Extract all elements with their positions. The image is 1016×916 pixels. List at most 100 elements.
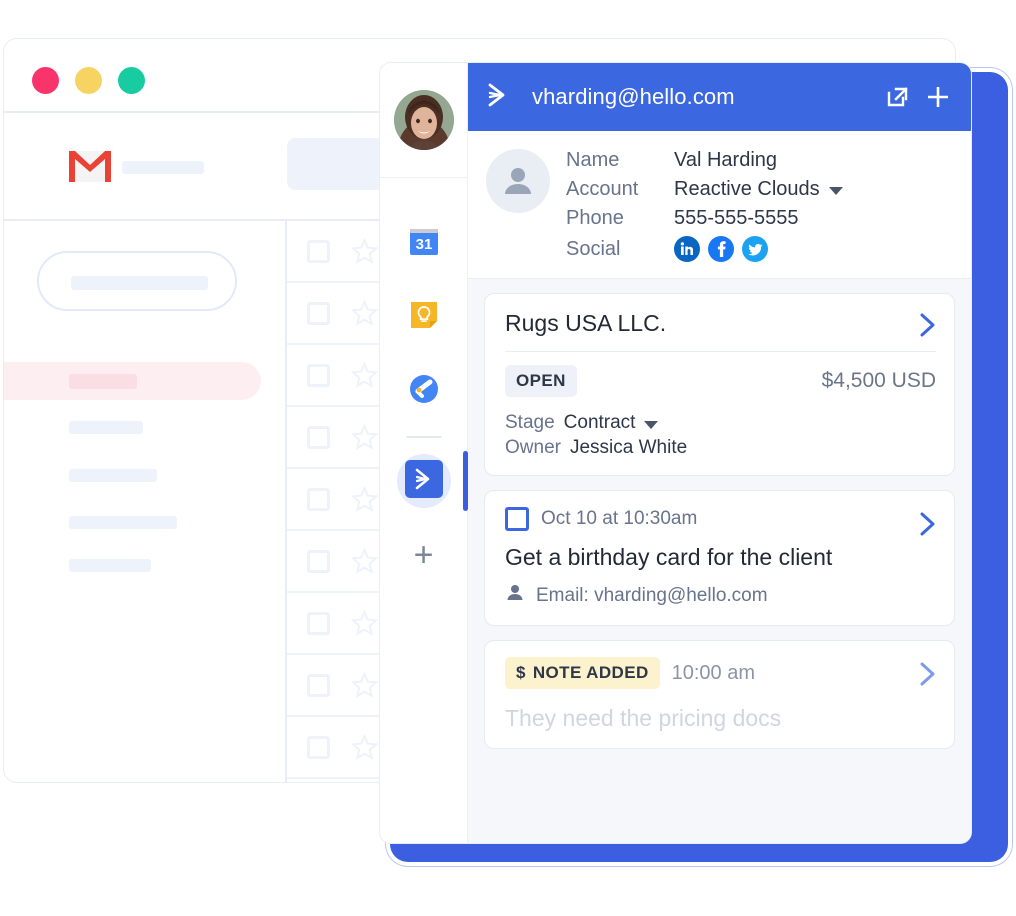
checkbox-icon[interactable] [307, 239, 330, 263]
field-label-name: Name [566, 149, 620, 171]
deal-card[interactable]: Rugs USA LLC. OPEN $4,500 USD Stage Cont… [484, 293, 955, 476]
panel-header: vharding@hello.com [468, 63, 971, 131]
facebook-icon[interactable] [708, 236, 734, 262]
deal-title: Rugs USA LLC. [505, 310, 936, 352]
external-link-icon[interactable] [885, 85, 909, 109]
star-icon[interactable] [350, 236, 379, 265]
owner-value: Jessica White [569, 437, 688, 458]
task-due-date: Oct 10 at 10:30am [541, 508, 698, 529]
note-timestamp: 10:00 am [671, 661, 756, 684]
deal-stage-row: Stage Contract [505, 412, 936, 434]
checkbox-icon[interactable] [307, 673, 330, 697]
linkedin-icon[interactable] [674, 236, 700, 262]
active-tab-indicator [463, 451, 468, 511]
maximize-window-button[interactable] [118, 67, 145, 94]
checkbox-icon[interactable] [307, 487, 330, 511]
checkbox-icon[interactable] [307, 363, 330, 387]
app-icon-list: 31 + [380, 178, 468, 592]
sidebar-item-placeholder-3[interactable] [69, 516, 177, 529]
stage-dropdown-caret-icon[interactable] [644, 420, 659, 429]
sidebar-item-inbox[interactable] [4, 362, 261, 400]
contact-account-text: Reactive Clouds [674, 178, 820, 200]
task-checkbox[interactable] [505, 507, 529, 531]
streak-panel-main: vharding@hello.com Name Val Harding Acco… [468, 63, 971, 843]
stage-value: Contract [563, 412, 636, 433]
inbox-label-placeholder [69, 374, 137, 389]
compose-label-placeholder [71, 276, 208, 290]
dollar-icon: $ [516, 663, 526, 682]
status-badge: OPEN [505, 365, 577, 397]
owner-label: Owner [505, 437, 561, 458]
star-icon[interactable] [350, 298, 379, 327]
contact-field-grid: Name Val Harding Account Reactive Clouds… [566, 149, 951, 262]
deal-status-row: OPEN $4,500 USD [505, 352, 936, 409]
streak-chevron-logo [486, 82, 516, 113]
google-app-rail: 31 + [380, 63, 468, 843]
contact-info-block: Name Val Harding Account Reactive Clouds… [468, 131, 971, 279]
sidebar-item-placeholder-2[interactable] [69, 469, 157, 482]
google-tasks-icon [409, 374, 439, 409]
page-title: vharding@hello.com [532, 84, 735, 109]
app-google-tasks[interactable] [380, 354, 467, 428]
social-icon-row [674, 236, 768, 262]
star-icon[interactable] [350, 360, 379, 389]
task-contact-text: Email: vharding@hello.com [536, 585, 768, 606]
chevron-right-icon[interactable] [918, 661, 938, 692]
chevron-right-icon[interactable] [918, 312, 938, 343]
calendar-day-label: 31 [415, 236, 432, 253]
add-app-button[interactable]: + [380, 518, 467, 592]
field-value-social [674, 236, 951, 262]
field-label-account: Account [566, 178, 639, 200]
gmail-sidebar [4, 221, 287, 782]
contact-phone-text: 555-555-5555 [674, 207, 799, 229]
user-photo-avatar[interactable] [393, 90, 454, 150]
panel-content-scroll[interactable]: Rugs USA LLC. OPEN $4,500 USD Stage Cont… [468, 279, 971, 843]
screenshot-root: 31 + vharding@hello.com Name Val Harding… [0, 0, 1016, 916]
note-body-text: They need the pricing docs [505, 705, 782, 731]
chevron-right-icon[interactable] [918, 511, 938, 542]
deal-amount: $4,500 USD [821, 369, 936, 392]
field-value-name: Val Harding [674, 149, 951, 172]
gmail-title-placeholder [122, 161, 204, 174]
star-icon[interactable] [350, 608, 379, 637]
checkbox-icon[interactable] [307, 425, 330, 449]
task-card[interactable]: Oct 10 at 10:30am Get a birthday card fo… [484, 490, 955, 626]
person-placeholder-icon [486, 149, 550, 213]
rail-divider [405, 436, 442, 438]
app-google-keep[interactable] [380, 280, 467, 354]
field-label-phone: Phone [566, 207, 624, 229]
contact-name-text: Val Harding [674, 149, 778, 171]
field-value-account: Reactive Clouds [674, 178, 951, 201]
minimize-window-button[interactable] [75, 67, 102, 94]
star-icon[interactable] [350, 546, 379, 575]
app-streak-active[interactable] [380, 444, 468, 518]
person-icon [505, 583, 525, 609]
streak-panel: 31 + vharding@hello.com Name Val Harding… [379, 62, 972, 844]
checkbox-icon[interactable] [307, 735, 330, 759]
checkbox-icon[interactable] [307, 611, 330, 635]
task-header-row: Oct 10 at 10:30am [505, 507, 936, 531]
star-icon[interactable] [350, 732, 379, 761]
gmail-m-icon [69, 151, 111, 182]
twitter-icon[interactable] [742, 236, 768, 262]
star-icon[interactable] [350, 670, 379, 699]
note-badge-label: NOTE ADDED [532, 663, 649, 682]
sidebar-item-placeholder-4[interactable] [69, 559, 151, 572]
account-avatar-wrap [380, 63, 467, 178]
google-calendar-icon: 31 [409, 226, 439, 261]
checkbox-icon[interactable] [307, 549, 330, 573]
field-value-phone: 555-555-5555 [674, 207, 951, 230]
google-keep-icon [409, 300, 439, 335]
note-card[interactable]: $ NOTE ADDED 10:00 am They need the pric… [484, 640, 955, 749]
compose-button[interactable] [37, 251, 237, 311]
close-window-button[interactable] [32, 67, 59, 94]
sidebar-item-placeholder-1[interactable] [69, 421, 143, 434]
plus-icon[interactable] [925, 84, 951, 110]
stage-label: Stage [505, 412, 555, 433]
star-icon[interactable] [350, 484, 379, 513]
star-icon[interactable] [350, 422, 379, 451]
app-google-calendar[interactable]: 31 [380, 206, 467, 280]
checkbox-icon[interactable] [307, 301, 330, 325]
streak-icon [404, 459, 443, 503]
account-dropdown-caret-icon[interactable] [828, 187, 843, 195]
